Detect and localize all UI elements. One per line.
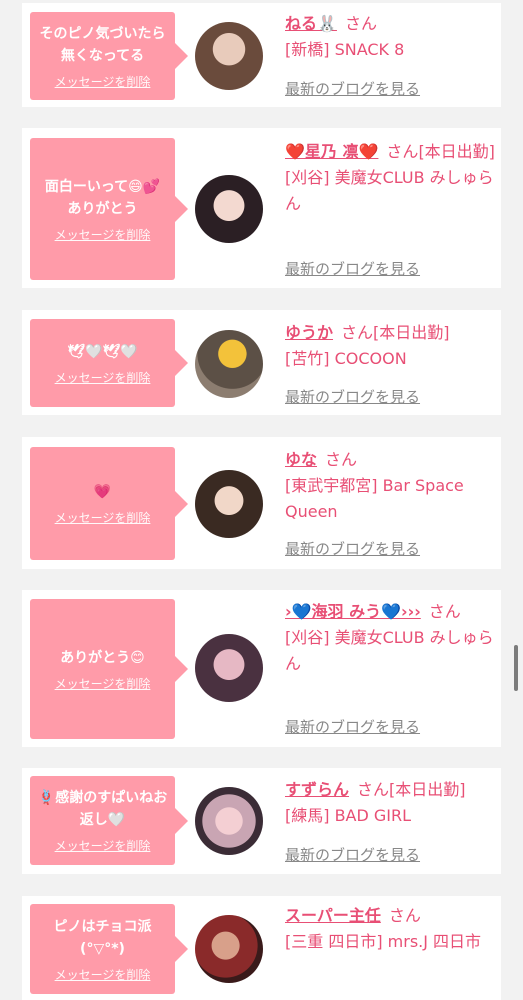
message-text: ピノはチョコ派(°▽°*) <box>53 918 152 957</box>
shop-name: [刈谷] 美魔女CLUB みしゅらん <box>285 168 494 213</box>
delete-message-link[interactable]: メッセージを削除 <box>55 226 151 243</box>
latest-blog-link[interactable]: 最新のブログを見る <box>285 844 420 865</box>
honorific: さん <box>357 780 390 799</box>
delete-message-link[interactable]: メッセージを削除 <box>55 966 151 983</box>
sender-name-link[interactable]: ゆな <box>285 450 317 469</box>
message-bubble: 💗 メッセージを削除 <box>30 447 188 560</box>
shop-name: [東武宇都宮] Bar Space Queen <box>285 476 464 521</box>
message-bubble: ありがとう😊 メッセージを削除 <box>30 599 188 739</box>
attendance-tag: [本日出勤] <box>373 323 450 342</box>
avatar[interactable] <box>195 634 263 702</box>
avatar[interactable] <box>195 175 263 243</box>
avatar[interactable] <box>195 915 263 983</box>
honorific: さん <box>341 323 374 342</box>
sender-name-link[interactable]: ゆうか <box>285 323 333 342</box>
message-bubble: 面白ーいって😄💕ありがとう メッセージを削除 <box>30 138 188 280</box>
message-text: 🪢感謝のすぱいねお返し🤍 <box>37 790 168 828</box>
sender-info: すずらん さん[本日出勤] [練馬] BAD GIRL <box>285 777 497 829</box>
message-card: 💗 メッセージを削除 ゆな さん [東武宇都宮] Bar Space Queen … <box>22 437 501 569</box>
message-card: 🕊🤍🕊🤍 メッセージを削除 ゆうか さん[本日出勤] [苫竹] COCOON 最新… <box>22 310 501 415</box>
sender-info: ›💙海羽 みう💙››› さん [刈谷] 美魔女CLUB みしゅらん <box>285 599 497 677</box>
message-text: 面白ーいって😄💕ありがとう <box>44 178 161 217</box>
honorific: さん <box>325 450 358 469</box>
sender-name-link[interactable]: ›💙海羽 みう💙››› <box>285 602 421 621</box>
avatar[interactable] <box>195 22 263 90</box>
message-bubble: 🕊🤍🕊🤍 メッセージを削除 <box>30 319 188 407</box>
shop-name: [三重 四日市] mrs.J 四日市 <box>285 932 482 951</box>
sender-name-link[interactable]: ねる🐰 <box>285 14 337 33</box>
attendance-tag: [本日出勤] <box>418 142 495 161</box>
message-text: 💗 <box>93 484 112 500</box>
avatar[interactable] <box>195 470 263 538</box>
delete-message-link[interactable]: メッセージを削除 <box>55 675 151 692</box>
shop-name: [新橋] SNACK 8 <box>285 40 405 59</box>
latest-blog-link[interactable]: 最新のブログを見る <box>285 538 420 559</box>
honorific: さん <box>428 602 461 621</box>
delete-message-link[interactable]: メッセージを削除 <box>55 837 151 854</box>
attendance-tag: [本日出勤] <box>389 780 466 799</box>
sender-info: ゆな さん [東武宇都宮] Bar Space Queen <box>285 447 497 525</box>
sender-name-link[interactable]: ❤️星乃 凛❤️ <box>285 142 378 161</box>
latest-blog-link[interactable]: 最新のブログを見る <box>285 258 420 279</box>
sender-info: ❤️星乃 凛❤️ さん[本日出勤] [刈谷] 美魔女CLUB みしゅらん <box>285 139 497 217</box>
honorific: さん <box>386 142 419 161</box>
delete-message-link[interactable]: メッセージを削除 <box>55 509 151 526</box>
message-bubble: ピノはチョコ派(°▽°*) メッセージを削除 <box>30 904 188 994</box>
message-card: ありがとう😊 メッセージを削除 ›💙海羽 みう💙››› さん [刈谷] 美魔女CL… <box>22 590 501 747</box>
message-card: 面白ーいって😄💕ありがとう メッセージを削除 ❤️星乃 凛❤️ さん[本日出勤] … <box>22 128 501 288</box>
message-card: 🪢感謝のすぱいねお返し🤍 メッセージを削除 すずらん さん[本日出勤] [練馬] … <box>22 768 501 874</box>
latest-blog-link[interactable]: 最新のブログを見る <box>285 716 420 737</box>
message-text: 🕊🤍🕊🤍 <box>67 343 138 360</box>
shop-name: [苫竹] COCOON <box>285 349 407 368</box>
message-text: そのピノ気づいたら無くなってる <box>39 25 166 64</box>
message-text: ありがとう😊 <box>60 649 145 666</box>
honorific: さん <box>388 906 421 925</box>
shop-name: [刈谷] 美魔女CLUB みしゅらん <box>285 628 494 673</box>
sender-info: スーパー主任 さん [三重 四日市] mrs.J 四日市 <box>285 903 497 955</box>
scrollbar-thumb[interactable] <box>514 645 518 691</box>
latest-blog-link[interactable]: 最新のブログを見る <box>285 386 420 407</box>
sender-name-link[interactable]: すずらん <box>285 780 349 799</box>
avatar[interactable] <box>195 330 263 398</box>
message-bubble: 🪢感謝のすぱいねお返し🤍 メッセージを削除 <box>30 776 188 865</box>
delete-message-link[interactable]: メッセージを削除 <box>55 369 151 386</box>
shop-name: [練馬] BAD GIRL <box>285 806 412 825</box>
latest-blog-link[interactable]: 最新のブログを見る <box>285 78 420 99</box>
sender-name-link[interactable]: スーパー主任 <box>285 906 381 925</box>
sender-info: ゆうか さん[本日出勤] [苫竹] COCOON <box>285 320 497 372</box>
message-card: そのピノ気づいたら無くなってる メッセージを削除 ねる🐰 さん [新橋] SNAC… <box>22 3 501 107</box>
avatar[interactable] <box>195 787 263 855</box>
message-card: ピノはチョコ派(°▽°*) メッセージを削除 スーパー主任 さん [三重 四日市]… <box>22 896 501 1000</box>
delete-message-link[interactable]: メッセージを削除 <box>55 73 151 90</box>
sender-info: ねる🐰 さん [新橋] SNACK 8 <box>285 11 497 63</box>
honorific: さん <box>344 14 377 33</box>
message-bubble: そのピノ気づいたら無くなってる メッセージを削除 <box>30 12 188 100</box>
